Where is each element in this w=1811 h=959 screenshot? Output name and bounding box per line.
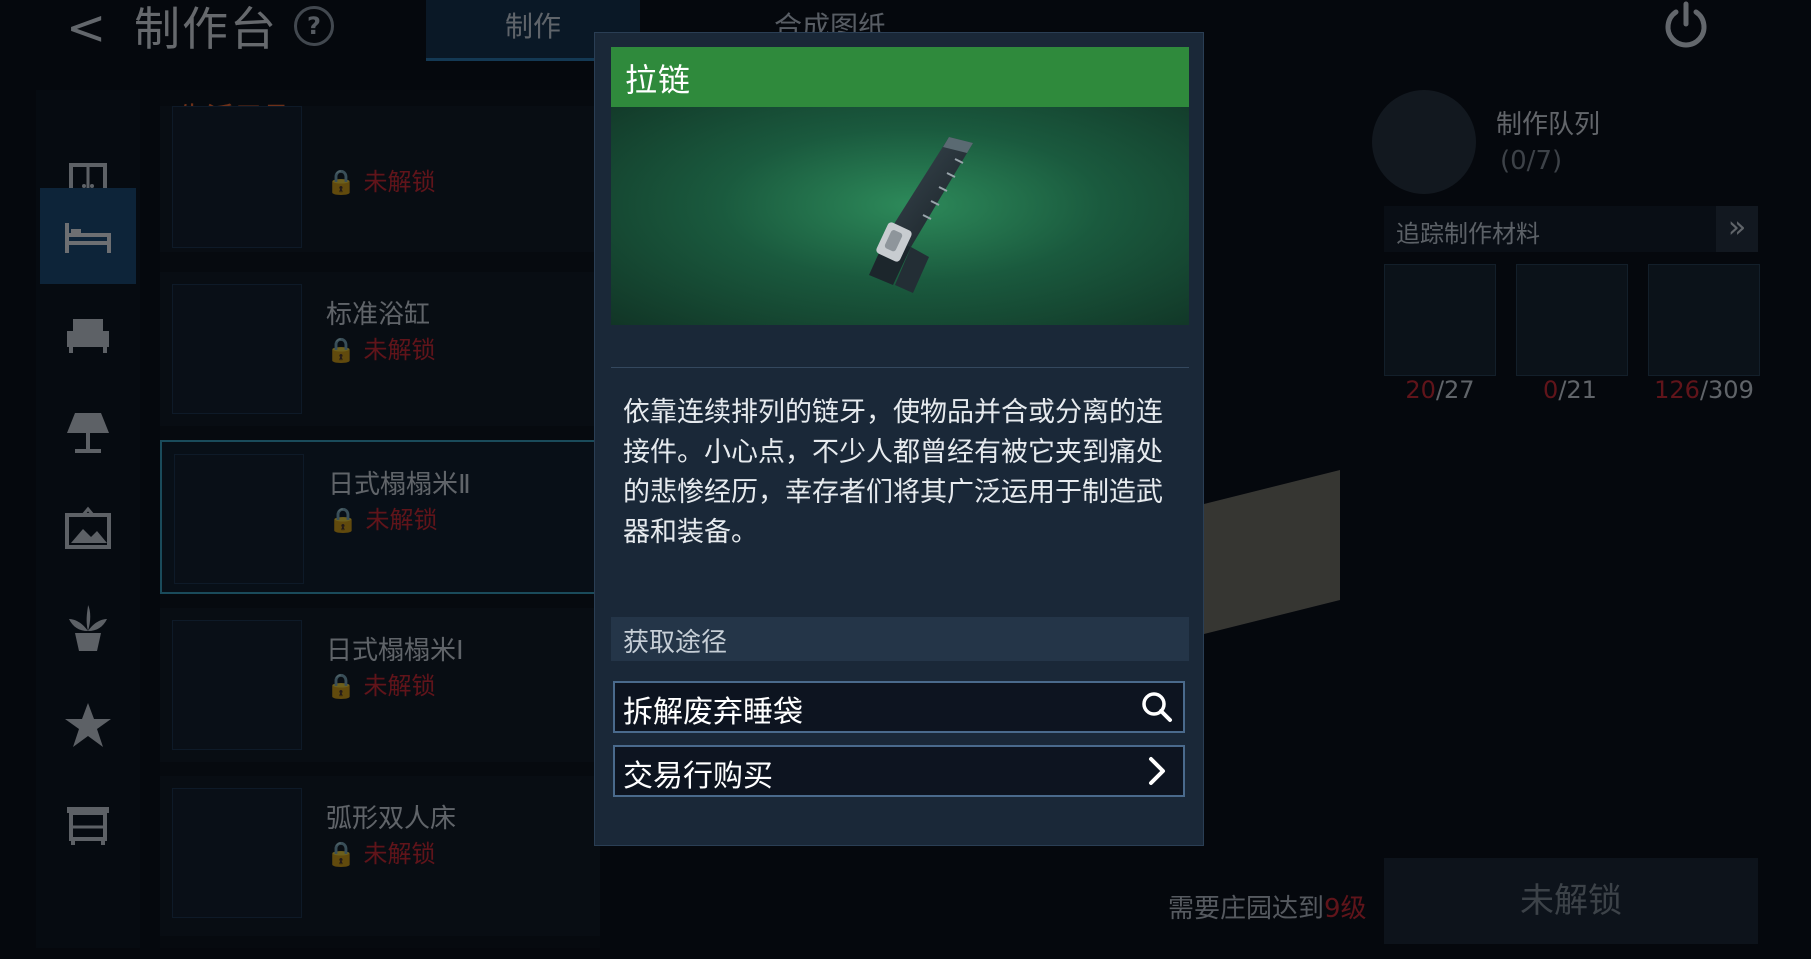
list-item-selected[interactable]: 日式榻榻米Ⅱ 🔒 未解锁 (160, 440, 600, 594)
material-count: 126/309 (1654, 376, 1754, 404)
sidebar-item-lamp[interactable] (40, 384, 136, 480)
plant-icon (69, 605, 107, 651)
item-thumbnail (172, 788, 302, 918)
queue-label: 制作队列 (1496, 110, 1601, 140)
item-name: 拉链 (625, 61, 692, 99)
sofa-icon (67, 319, 109, 353)
item-thumbnail (172, 284, 302, 414)
sidebar-item-picture[interactable] (40, 482, 136, 578)
item-description: 依靠连续排列的链牙，使物品并合或分离的连接件。小心点，不少人都曾经有被它夹到痛处… (623, 397, 1163, 548)
help-icon[interactable]: ? (294, 6, 334, 46)
item-name: 弧形双人床 (326, 804, 457, 834)
item-thumbnail (172, 106, 302, 248)
item-image (611, 107, 1189, 325)
picture-icon (65, 506, 111, 549)
source-label: 获取途径 (623, 628, 728, 658)
lock-status: 🔒 未解锁 (328, 506, 438, 534)
lock-status: 🔒 未解锁 (326, 336, 436, 364)
item-thumbnail (172, 620, 302, 750)
list-item[interactable]: 标准浴缸 🔒 未解锁 (160, 272, 600, 426)
item-name: 标准浴缸 (326, 300, 431, 330)
sidebar-item-plant[interactable] (40, 580, 136, 676)
item-detail-dialog: 拉链 依靠连续排列的链牙，使物品并合或分离的连接件。小心点，不少人都曾经有被它夹… (594, 32, 1204, 846)
list-item[interactable]: 弧形双人床 🔒 未解锁 (160, 776, 600, 936)
queue-slot[interactable] (1372, 90, 1476, 194)
expand-tracking-button[interactable]: » (1716, 206, 1758, 252)
item-name: 日式榻榻米Ⅱ (328, 470, 471, 500)
unlock-requirement: 需要庄园达到9级 (1168, 894, 1367, 924)
dialog-header: 拉链 (611, 47, 1189, 107)
material-count: 20/27 (1405, 376, 1475, 404)
back-icon[interactable]: < (66, 4, 106, 52)
sidebar-item-cabinet[interactable] (40, 776, 136, 872)
bed-icon (65, 223, 111, 253)
list-item[interactable]: 日式榻榻米Ⅰ 🔒 未解锁 (160, 608, 600, 762)
item-preview (1180, 470, 1340, 640)
lock-status: 🔒 未解锁 (326, 840, 436, 868)
zipper-icon (869, 137, 973, 293)
list-item[interactable]: 🔒 未解锁 (160, 106, 600, 252)
search-icon (1142, 692, 1172, 722)
lamp-icon (67, 413, 109, 453)
source-section-header: 获取途径 (611, 617, 1189, 661)
unlock-button[interactable]: 未解锁 (1384, 858, 1758, 944)
item-name: 日式榻榻米Ⅰ (326, 636, 464, 666)
cabinet-icon (67, 807, 109, 845)
source-option-label: 交易行购买 (623, 759, 773, 794)
source-option-dismantle[interactable]: 拆解废弃睡袋 (613, 681, 1185, 733)
lock-status: 🔒 未解锁 (326, 168, 436, 196)
source-option-label: 拆解废弃睡袋 (623, 695, 803, 730)
sidebar-item-sofa[interactable] (40, 286, 136, 382)
material-slot[interactable] (1648, 264, 1760, 376)
sidebar-item-bed[interactable] (40, 188, 136, 284)
tracking-label: 追踪制作材料 (1396, 220, 1540, 248)
queue-count: (0/7) (1500, 146, 1563, 176)
star-icon (65, 703, 111, 747)
divider (611, 367, 1189, 368)
material-count: 0/21 (1543, 376, 1597, 404)
power-icon[interactable] (1660, 0, 1712, 52)
lock-status: 🔒 未解锁 (326, 672, 436, 700)
material-slot[interactable] (1516, 264, 1628, 376)
category-sidebar (36, 90, 140, 948)
item-thumbnail (174, 454, 304, 584)
material-slot[interactable] (1384, 264, 1496, 376)
chevron-right-icon (1149, 757, 1165, 785)
sidebar-item-favorites[interactable] (40, 678, 136, 774)
page-title: 制作台 (134, 2, 278, 56)
source-option-trade[interactable]: 交易行购买 (613, 745, 1185, 797)
